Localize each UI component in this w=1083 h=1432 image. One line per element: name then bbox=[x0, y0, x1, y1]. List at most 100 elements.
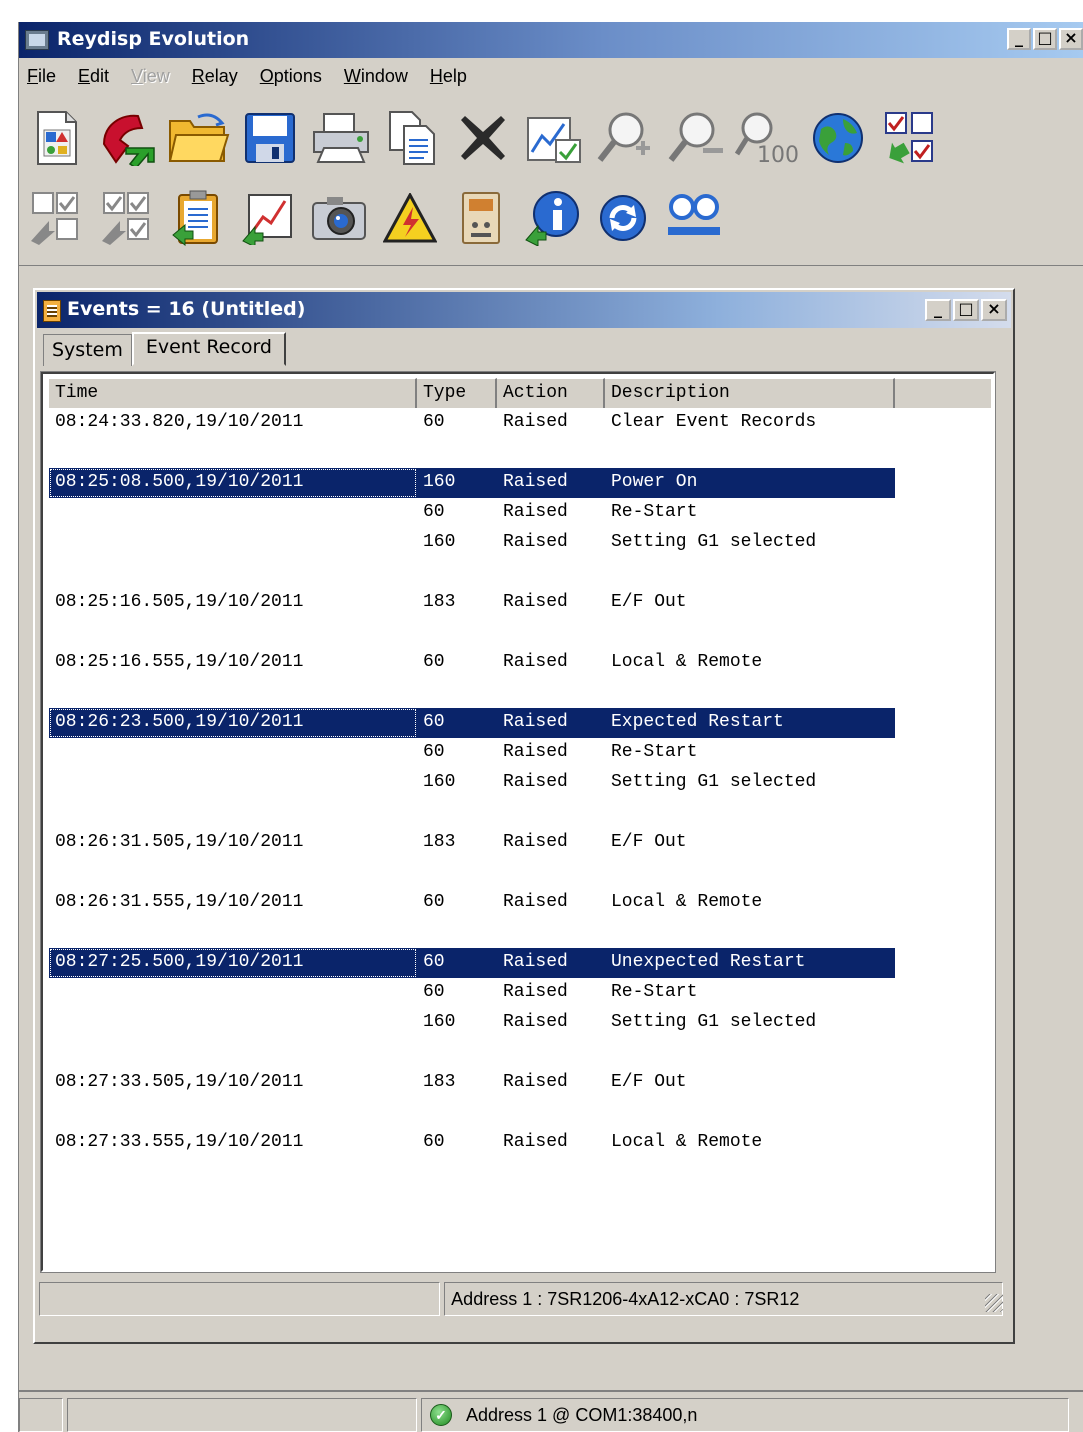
cell-description bbox=[605, 438, 895, 468]
main-titlebar[interactable]: Reydisp Evolution _ □ × bbox=[19, 22, 1083, 58]
info-icon[interactable] bbox=[520, 186, 584, 250]
table-row[interactable] bbox=[49, 918, 895, 948]
events-window-icon[interactable] bbox=[43, 300, 61, 322]
copy-icon[interactable] bbox=[380, 106, 444, 170]
menu-view[interactable]: View bbox=[131, 64, 170, 92]
menu-relay[interactable]: Relay bbox=[192, 64, 238, 92]
table-row[interactable]: 08:26:23.500,19/10/2011 60 Raised Expected … bbox=[49, 708, 895, 738]
cell-time bbox=[49, 858, 417, 888]
table-row[interactable]: 08:25:16.505,19/10/2011 183 Raised E/F Out bbox=[49, 588, 895, 618]
table-row[interactable]: 60 Raised Re-Start bbox=[49, 738, 895, 768]
zoom-in-icon[interactable] bbox=[593, 106, 657, 170]
table-row[interactable]: 08:24:33.820,19/10/2011 60 Raised Clear Eve… bbox=[49, 408, 895, 438]
cell-type bbox=[417, 618, 497, 648]
chart-check-icon[interactable] bbox=[522, 106, 586, 170]
tab-event-record[interactable]: Event Record bbox=[131, 332, 286, 366]
column-header-time[interactable]: Time bbox=[49, 378, 417, 408]
table-row[interactable] bbox=[49, 558, 895, 588]
warning-icon[interactable] bbox=[378, 186, 442, 250]
cell-time bbox=[49, 498, 417, 528]
column-header-description[interactable]: Description bbox=[605, 378, 895, 408]
print-icon[interactable] bbox=[309, 106, 373, 170]
select-all-icon[interactable] bbox=[94, 186, 158, 250]
table-row[interactable]: 08:25:16.555,19/10/2011 60 Raised Local & R… bbox=[49, 648, 895, 678]
camera-icon[interactable] bbox=[307, 186, 371, 250]
zoom-100-icon[interactable]: 100 bbox=[735, 106, 799, 170]
table-header: Time Type Action Description bbox=[49, 378, 991, 408]
graph-export-icon[interactable] bbox=[236, 186, 300, 250]
main-status-bar: ✓ Address 1 @ COM1:38400,n bbox=[19, 1390, 1083, 1432]
cell-time bbox=[49, 528, 417, 558]
cell-action: Raised bbox=[503, 1132, 568, 1152]
globe-icon[interactable] bbox=[806, 106, 870, 170]
events-maximize-button[interactable]: □ bbox=[953, 299, 979, 321]
menu-options[interactable]: Options bbox=[260, 64, 322, 92]
events-titlebar[interactable]: Events = 16 (Untitled) _ □ × bbox=[37, 292, 1011, 328]
cell-type: 183 bbox=[423, 592, 456, 612]
delete-icon[interactable] bbox=[451, 106, 515, 170]
cell-action bbox=[497, 618, 605, 648]
table-row[interactable] bbox=[49, 858, 895, 888]
table-row[interactable]: 60 Raised Re-Start bbox=[49, 498, 895, 528]
users-icon[interactable] bbox=[662, 186, 726, 250]
cell-type: 160 bbox=[423, 772, 456, 792]
menu-help[interactable]: Help bbox=[430, 64, 467, 92]
menu-edit[interactable]: Edit bbox=[78, 64, 109, 92]
table-row[interactable]: 08:25:08.500,19/10/2011 160 Raised Power On bbox=[49, 468, 895, 498]
column-header-type[interactable]: Type bbox=[417, 378, 497, 408]
open-folder-icon[interactable] bbox=[167, 106, 231, 170]
events-minimize-button[interactable]: _ bbox=[925, 299, 951, 321]
column-header-action[interactable]: Action bbox=[497, 378, 605, 408]
zoom-out-icon[interactable] bbox=[664, 106, 728, 170]
clipboard-list-icon[interactable] bbox=[165, 186, 229, 250]
table-row[interactable]: 08:26:31.505,19/10/2011 183 Raised E/F Out bbox=[49, 828, 895, 858]
cell-action: Raised bbox=[503, 502, 568, 522]
connection-status-text: Address 1 @ COM1:38400,n bbox=[466, 1405, 698, 1425]
cell-type bbox=[417, 798, 497, 828]
select-checks-icon[interactable] bbox=[877, 106, 941, 170]
table-row[interactable] bbox=[49, 678, 895, 708]
resize-grip-icon[interactable] bbox=[985, 1294, 1003, 1312]
maximize-button[interactable]: □ bbox=[1033, 28, 1057, 50]
cell-description: Setting G1 selected bbox=[611, 772, 817, 792]
status-address: Address 1 : 7SR1206-4xA12-xCA0 : 7SR12 bbox=[444, 1282, 1003, 1316]
relay-device-icon[interactable] bbox=[449, 186, 513, 250]
table-row[interactable] bbox=[49, 1098, 895, 1128]
table-row[interactable] bbox=[49, 438, 895, 468]
table-row[interactable]: 60 Raised Re-Start bbox=[49, 978, 895, 1008]
mdi-client-area: Events = 16 (Untitled) _ □ × System Even… bbox=[19, 268, 1083, 1418]
events-close-button[interactable]: × bbox=[981, 299, 1007, 321]
table-row[interactable] bbox=[49, 618, 895, 648]
cell-action bbox=[497, 678, 605, 708]
table-row[interactable] bbox=[49, 798, 895, 828]
table-row[interactable]: 160 Raised Setting G1 selected bbox=[49, 768, 895, 798]
cell-description bbox=[605, 858, 895, 888]
table-row[interactable] bbox=[49, 1038, 895, 1068]
deselect-icon[interactable] bbox=[23, 186, 87, 250]
table-row[interactable]: 08:27:33.555,19/10/2011 60 Raised Local & R… bbox=[49, 1128, 895, 1158]
menu-window[interactable]: Window bbox=[344, 64, 408, 92]
table-row[interactable]: 08:27:33.505,19/10/2011 183 Raised E/F Out bbox=[49, 1068, 895, 1098]
app-icon[interactable] bbox=[25, 30, 49, 50]
table-row[interactable]: 160 Raised Setting G1 selected bbox=[49, 1008, 895, 1038]
table-row[interactable]: 160 Raised Setting G1 selected bbox=[49, 528, 895, 558]
table-row[interactable]: 08:26:31.555,19/10/2011 60 Raised Local & R… bbox=[49, 888, 895, 918]
status-pane-left bbox=[39, 1282, 441, 1316]
column-header-filler bbox=[895, 378, 991, 408]
connect-phone-icon[interactable] bbox=[96, 106, 160, 170]
main-status-pane-1 bbox=[19, 1398, 63, 1432]
close-button[interactable]: × bbox=[1059, 28, 1083, 50]
tab-system[interactable]: System bbox=[43, 334, 132, 366]
new-document-icon[interactable] bbox=[25, 106, 89, 170]
main-window: Reydisp Evolution _ □ × File Edit View Rela… bbox=[18, 22, 1083, 1432]
save-disk-icon[interactable] bbox=[238, 106, 302, 170]
refresh-icon[interactable] bbox=[591, 186, 655, 250]
cell-time bbox=[49, 438, 417, 468]
minimize-button[interactable]: _ bbox=[1007, 28, 1031, 50]
cell-description: Local & Remote bbox=[611, 1132, 763, 1152]
menu-file[interactable]: File bbox=[27, 64, 56, 92]
cell-action: Raised bbox=[503, 982, 568, 1002]
cell-action: Raised bbox=[503, 1072, 568, 1092]
table-body: 08:24:33.820,19/10/2011 60 Raised Clear Eve… bbox=[49, 408, 895, 1158]
table-row[interactable]: 08:27:25.500,19/10/2011 60 Raised Unexpecte… bbox=[49, 948, 895, 978]
